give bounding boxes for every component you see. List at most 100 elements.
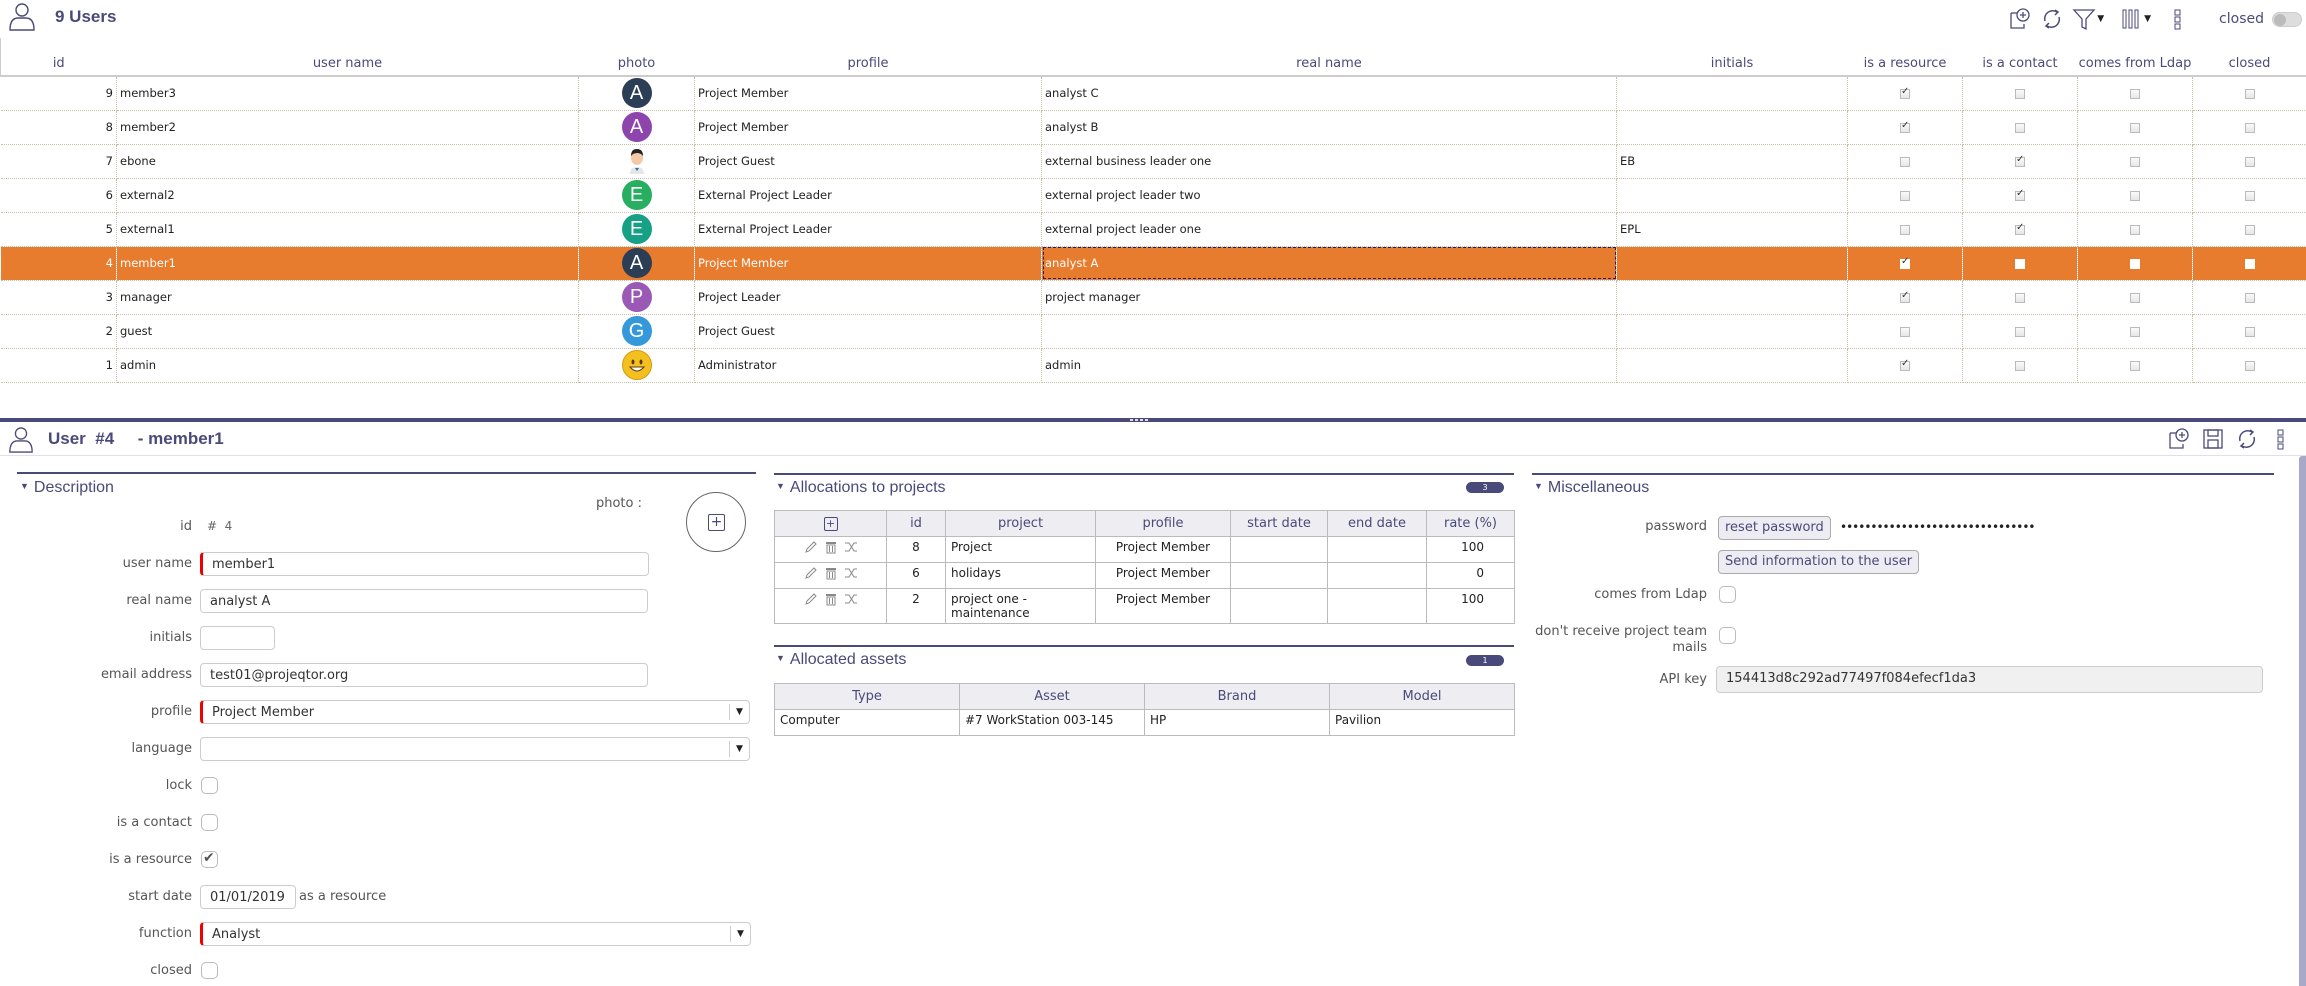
column-header-is-resource[interactable]: is a resource	[1847, 38, 1963, 77]
save-icon[interactable]	[2200, 426, 2226, 452]
column-header-user-name[interactable]: user name	[116, 38, 579, 77]
column-header-is-contact[interactable]: is a contact	[1962, 38, 2078, 77]
avatar-person-icon	[622, 146, 652, 176]
table-row[interactable]: 9 member3 A Project Member analyst C	[0, 76, 2306, 111]
transfer-icon[interactable]	[844, 592, 858, 610]
more-options-icon[interactable]	[2165, 6, 2191, 32]
delete-icon[interactable]	[824, 540, 838, 558]
edit-icon[interactable]	[804, 592, 818, 610]
add-photo-icon[interactable]: +	[708, 514, 725, 531]
filter-dropdown-icon[interactable]: ▼	[2097, 14, 2104, 24]
asset-row[interactable]: Computer #7 WorkStation 003-145 HP Pavil…	[774, 709, 1515, 736]
assets-section-toggle[interactable]: ▼ Allocated assets	[776, 651, 906, 669]
cell-is-contact	[1962, 246, 2078, 281]
table-row[interactable]: 4 member1 A Project Member analyst A	[0, 246, 2306, 281]
columns-icon[interactable]	[2118, 6, 2144, 32]
column-header-ldap[interactable]: comes from Ldap	[2077, 38, 2193, 77]
columns-dropdown-icon[interactable]: ▼	[2144, 14, 2151, 24]
allocations-header-row: + id project profile start date end date…	[774, 510, 1515, 537]
cell-photo	[578, 348, 695, 383]
delete-icon[interactable]	[824, 566, 838, 584]
api-key-input[interactable]: 154413d8c292ad77497f084efecf1da3	[1716, 666, 2263, 693]
delete-icon[interactable]	[824, 592, 838, 610]
cell-real-name: external business leader one	[1041, 144, 1617, 179]
filter-icon[interactable]	[2071, 6, 2097, 32]
closed-toggle[interactable]	[2272, 11, 2302, 27]
ldap-checkbox[interactable]	[1719, 586, 1736, 603]
description-section-toggle[interactable]: ▼ Description	[20, 479, 114, 497]
asset-name[interactable]: #7 WorkStation 003-145	[959, 709, 1145, 736]
table-row[interactable]: 2 guest G Project Guest	[0, 314, 2306, 349]
user-name-input[interactable]: member1	[200, 552, 649, 576]
column-header-photo[interactable]: photo	[578, 38, 695, 77]
cell-is-resource	[1847, 246, 1963, 281]
table-row[interactable]: 1 admin Administrator admin	[0, 348, 2306, 383]
collapse-triangle-icon: ▼	[776, 653, 785, 663]
table-header-row: id user name photo profile real name ini…	[0, 38, 2306, 77]
refresh-icon[interactable]	[2234, 426, 2260, 452]
column-header-real-name[interactable]: real name	[1041, 38, 1617, 77]
readonly-checkbox	[2244, 224, 2255, 235]
cell-closed	[2192, 110, 2306, 145]
readonly-checkbox	[2244, 292, 2255, 303]
cell-initials: EPL	[1616, 212, 1848, 247]
start-date-input[interactable]: 01/01/2019	[200, 885, 296, 909]
cell-user-name: external2	[116, 178, 579, 213]
send-information-button[interactable]: Send information to the user	[1718, 550, 1920, 574]
readonly-checkbox	[2130, 88, 2140, 99]
profile-select[interactable]: Project Member ▼	[200, 700, 750, 724]
allocation-profile: Project Member	[1095, 562, 1231, 589]
allocation-row[interactable]: 8 Project Project Member 100	[774, 536, 1515, 563]
edit-icon[interactable]	[804, 540, 818, 558]
api-key-label: API key	[1659, 672, 1707, 687]
new-item-icon[interactable]	[2007, 6, 2033, 32]
edit-icon[interactable]	[804, 566, 818, 584]
reset-password-button[interactable]: reset password	[1718, 516, 1831, 540]
cell-profile: Administrator	[694, 348, 1042, 383]
column-header-closed[interactable]: closed	[2192, 38, 2306, 77]
allocation-rate: 100	[1426, 588, 1515, 624]
readonly-checkbox	[1900, 156, 1910, 167]
table-row[interactable]: 3 manager P Project Leader project manager	[0, 280, 2306, 315]
cell-profile: External Project Leader	[694, 178, 1042, 213]
allocations-section-toggle[interactable]: ▼ Allocations to projects	[776, 479, 946, 497]
cell-user-name: external1	[116, 212, 579, 247]
transfer-icon[interactable]	[844, 540, 858, 558]
transfer-icon[interactable]	[844, 566, 858, 584]
is-contact-checkbox[interactable]	[201, 814, 218, 831]
function-select[interactable]: Analyst ▼	[200, 922, 751, 946]
dropdown-arrow-icon[interactable]: ▼	[729, 741, 749, 757]
dropdown-arrow-icon[interactable]: ▼	[730, 926, 750, 942]
splitter-grip[interactable]	[1130, 419, 1150, 421]
language-select[interactable]: ▼	[200, 737, 750, 761]
misc-section-toggle[interactable]: ▼ Miscellaneous	[1534, 479, 1649, 497]
table-row[interactable]: 7 ebone Project Guest external business lea…	[0, 144, 2306, 179]
refresh-icon[interactable]	[2039, 6, 2065, 32]
photo-upload[interactable]: +	[686, 492, 746, 552]
more-options-icon[interactable]	[2268, 426, 2294, 452]
closed-checkbox[interactable]	[201, 962, 218, 979]
table-row[interactable]: 8 member2 A Project Member analyst B	[0, 110, 2306, 145]
readonly-checkbox	[1900, 86, 1910, 99]
no-mails-checkbox[interactable]	[1719, 627, 1736, 644]
initials-input[interactable]	[200, 626, 275, 650]
cell-initials	[1616, 110, 1848, 145]
column-header-initials[interactable]: initials	[1616, 38, 1848, 77]
add-allocation-icon[interactable]: +	[823, 517, 838, 531]
real-name-input[interactable]: analyst A	[200, 589, 648, 613]
email-input[interactable]: test01@projeqtor.org	[200, 663, 648, 687]
detail-scrollbar[interactable]	[2299, 456, 2306, 986]
allocation-row[interactable]: 2 project one - maintenance Project Member…	[774, 588, 1515, 624]
column-header-id[interactable]: id	[0, 38, 117, 77]
profile-label: profile	[150, 704, 192, 719]
allocation-profile: Project Member	[1095, 536, 1231, 563]
new-item-icon[interactable]	[2166, 426, 2192, 452]
lock-checkbox[interactable]	[201, 777, 218, 794]
table-row[interactable]: 6 external2 E External Project Leader extern…	[0, 178, 2306, 213]
allocation-row[interactable]: 6 holidays Project Member 0	[774, 562, 1515, 589]
column-header-profile[interactable]: profile	[694, 38, 1042, 77]
initials-label: initials	[149, 630, 192, 645]
dropdown-arrow-icon[interactable]: ▼	[729, 704, 749, 720]
table-row[interactable]: 5 external1 E External Project Leader extern…	[0, 212, 2306, 247]
is-resource-checkbox[interactable]	[201, 850, 218, 868]
